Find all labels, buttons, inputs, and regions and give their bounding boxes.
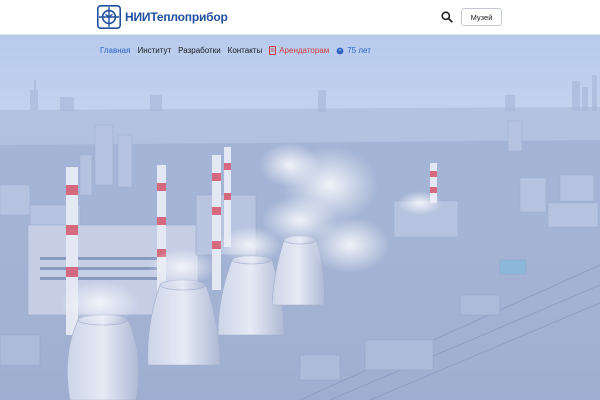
museum-button[interactable]: Музей bbox=[461, 8, 502, 26]
page: НИИТеплоприбор Музей Главная Институт Ра… bbox=[0, 0, 600, 400]
nav-item-75-years[interactable]: * 75 лет bbox=[336, 46, 371, 55]
logo-link[interactable]: НИИТеплоприбор bbox=[97, 5, 228, 29]
site-header: НИИТеплоприбор Музей bbox=[0, 0, 600, 35]
logo-text: НИИТеплоприбор bbox=[125, 10, 228, 24]
main-nav: Главная Институт Разработки Контакты Аре… bbox=[100, 46, 378, 55]
power-plant-photo bbox=[0, 35, 600, 400]
search-icon[interactable] bbox=[440, 10, 454, 24]
nav-item-developments[interactable]: Разработки bbox=[178, 46, 220, 55]
nav-item-tenants-label: Арендаторам bbox=[279, 46, 330, 55]
nav-item-institute[interactable]: Институт bbox=[137, 46, 171, 55]
nav-item-75-years-label: 75 лет bbox=[347, 46, 371, 55]
hero-banner: Главная Институт Разработки Контакты Аре… bbox=[0, 35, 600, 400]
nav-item-home[interactable]: Главная bbox=[100, 46, 130, 55]
logo-mark-icon bbox=[97, 5, 121, 29]
document-icon bbox=[269, 46, 277, 55]
award-icon: * bbox=[336, 47, 344, 54]
svg-text:*: * bbox=[339, 48, 341, 54]
nav-item-contacts[interactable]: Контакты bbox=[228, 46, 263, 55]
nav-item-tenants[interactable]: Арендаторам bbox=[269, 46, 329, 55]
